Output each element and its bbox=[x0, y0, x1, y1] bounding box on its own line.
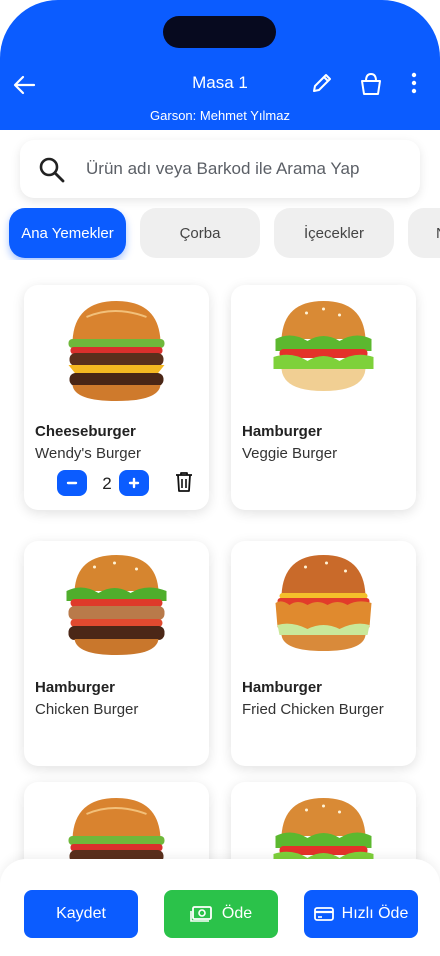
product-name: Hamburger bbox=[242, 423, 323, 440]
product-variant: Wendy's Burger bbox=[35, 445, 141, 462]
quick-pay-button-label: Hızlı Öde bbox=[341, 905, 409, 922]
category-tabs: Ana Yemekler Çorba İçecekler N bbox=[0, 208, 440, 260]
product-image bbox=[275, 555, 372, 651]
save-button-label: Kaydet bbox=[56, 905, 106, 922]
search-bar bbox=[20, 140, 420, 198]
save-button[interactable]: Kaydet bbox=[24, 890, 138, 938]
quantity-stepper: 2 bbox=[57, 470, 207, 498]
search-icon bbox=[39, 157, 65, 183]
product-variant: Veggie Burger bbox=[242, 445, 338, 462]
product-name: Cheeseburger bbox=[35, 423, 136, 440]
device-notch bbox=[163, 16, 276, 48]
shopping-bag-icon[interactable] bbox=[358, 71, 384, 97]
plus-icon bbox=[128, 477, 140, 489]
category-tab-soup[interactable]: Çorba bbox=[140, 208, 260, 258]
credit-card-icon bbox=[313, 907, 334, 921]
product-image bbox=[67, 300, 166, 402]
minus-icon bbox=[66, 481, 78, 485]
increase-button[interactable] bbox=[119, 470, 149, 496]
product-name: Hamburger bbox=[35, 679, 116, 696]
app-header: Masa 1 Garson: Mehmet Yılmaz bbox=[0, 0, 440, 130]
quick-pay-button[interactable]: Hızlı Öde bbox=[304, 890, 418, 938]
category-tab-drinks[interactable]: İçecekler bbox=[274, 208, 394, 258]
cash-icon bbox=[190, 906, 212, 922]
category-tab-main-dishes[interactable]: Ana Yemekler bbox=[9, 208, 126, 258]
waiter-label: Garson: Mehmet Yılmaz bbox=[150, 108, 290, 123]
trash-icon[interactable] bbox=[175, 471, 193, 493]
product-card[interactable]: Hamburger Veggie Burger bbox=[231, 285, 416, 510]
pay-button[interactable]: Öde bbox=[164, 890, 278, 938]
product-card[interactable]: Cheeseburger Wendy's Burger 2 bbox=[24, 285, 209, 510]
product-variant: Chicken Burger bbox=[35, 701, 139, 718]
quantity-value: 2 bbox=[102, 474, 112, 493]
decrease-button[interactable] bbox=[57, 470, 87, 496]
pay-button-label: Öde bbox=[221, 905, 253, 922]
bottom-action-bar: Kaydet Öde Hızlı Öde bbox=[0, 859, 440, 956]
category-tab-more[interactable]: N bbox=[408, 208, 440, 258]
more-vertical-icon[interactable] bbox=[402, 71, 426, 95]
pencil-icon[interactable] bbox=[310, 71, 334, 95]
product-name: Hamburger bbox=[242, 679, 323, 696]
product-card[interactable]: Hamburger Fried Chicken Burger bbox=[231, 541, 416, 766]
product-card[interactable]: Hamburger Chicken Burger bbox=[24, 541, 209, 766]
product-image bbox=[273, 301, 374, 391]
product-image bbox=[66, 555, 167, 655]
product-variant: Fried Chicken Burger bbox=[242, 701, 384, 718]
search-input[interactable] bbox=[86, 154, 406, 184]
